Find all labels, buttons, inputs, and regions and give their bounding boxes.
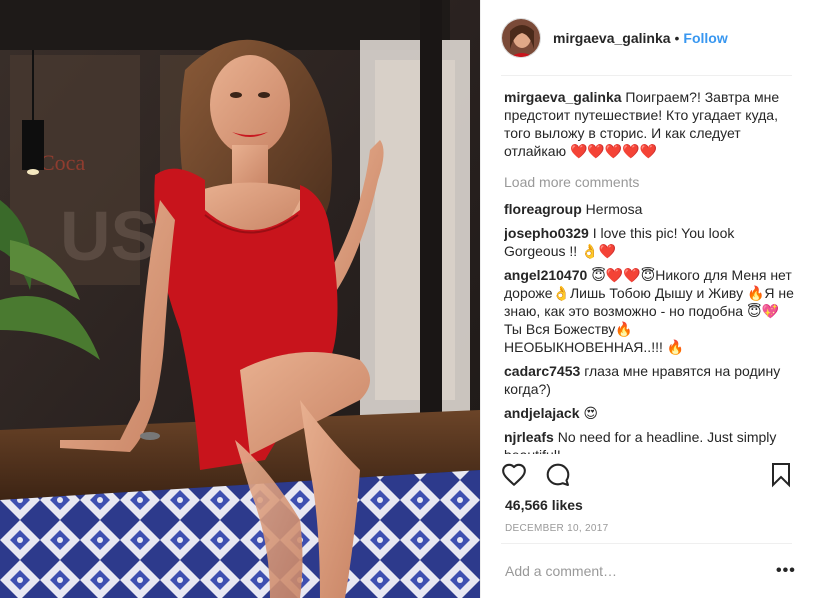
more-options-button[interactable]: ••• <box>776 562 796 580</box>
post-caption: mirgaeva_galinka Поиграем?! Завтра мне п… <box>504 88 794 160</box>
comment-username[interactable]: floreagroup <box>504 201 582 217</box>
post-date[interactable]: DECEMBER 10, 2017 <box>505 523 608 534</box>
comment-bubble-icon[interactable] <box>545 462 571 488</box>
comment-username[interactable]: josepho0329 <box>504 225 589 241</box>
avatar-image <box>502 19 540 57</box>
comment-text: 😍 <box>583 405 598 421</box>
comment-username[interactable]: andjelajack <box>504 405 580 421</box>
caption-username[interactable]: mirgaeva_galinka <box>504 89 622 105</box>
header-username[interactable]: mirgaeva_galinka <box>553 30 671 46</box>
comment-item: cadarc7453 глаза мне нравятся на родину … <box>504 362 794 398</box>
heart-icon[interactable] <box>501 462 527 488</box>
load-more-comments-button[interactable]: Load more comments <box>504 173 794 191</box>
avatar[interactable] <box>501 18 541 58</box>
comment-username[interactable]: angel210470 <box>504 267 587 283</box>
comment-username[interactable]: njrleafs <box>504 429 554 445</box>
comment-username[interactable]: cadarc7453 <box>504 363 580 379</box>
svg-text:Coca: Coca <box>40 150 85 175</box>
comment-item: andjelajack 😍 <box>504 404 794 422</box>
likes-count[interactable]: 46,566 likes <box>505 497 583 513</box>
header-separator: • <box>674 30 680 46</box>
svg-text:US: US <box>60 197 157 275</box>
post-header: mirgaeva_galinka • Follow <box>501 14 796 62</box>
comment-item: angel210470 😇❤️❤️😇Никого для Меня нет до… <box>504 266 794 356</box>
comment-item: josepho0329 I love this pic! You look Go… <box>504 224 794 260</box>
post-actions <box>501 462 796 492</box>
comment-divider <box>501 543 792 544</box>
bookmark-icon[interactable] <box>769 462 793 488</box>
post-photo[interactable]: Coca US <box>0 0 480 598</box>
comment-text: Hermosa <box>585 201 643 217</box>
follow-button[interactable]: Follow <box>683 30 727 46</box>
add-comment-input[interactable]: Add a comment… <box>505 563 745 579</box>
header-divider <box>501 75 792 76</box>
post-image: Coca US <box>0 0 480 598</box>
comments-list[interactable]: mirgaeva_galinka Поиграем?! Завтра мне п… <box>504 88 794 454</box>
comment-item: njrleafs No need for a headline. Just si… <box>504 428 794 454</box>
comment-item: floreagroup Hermosa <box>504 200 794 218</box>
post-side-panel: mirgaeva_galinka • Follow mirgaeva_galin… <box>480 0 815 598</box>
